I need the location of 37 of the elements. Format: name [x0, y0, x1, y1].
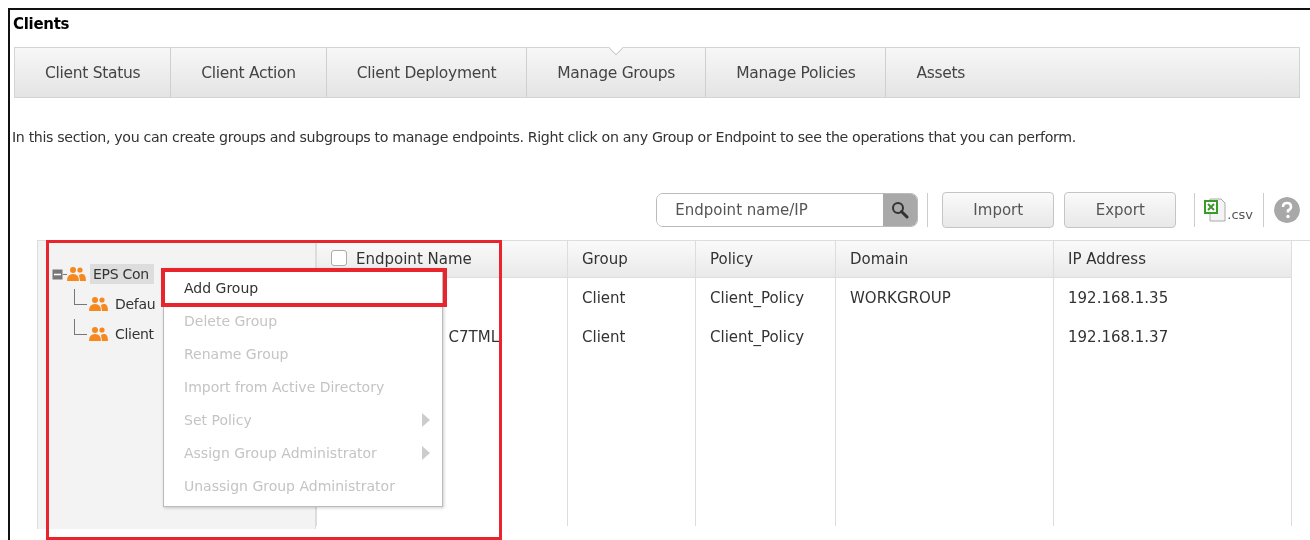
tree-connector-line [74, 319, 87, 335]
checkbox[interactable] [331, 250, 347, 266]
toolbar-button[interactable]: Import [942, 192, 1055, 228]
column-header[interactable]: Domain [835, 241, 1054, 278]
tree-connector-line [74, 289, 87, 305]
table-cell: WORKGROUP [835, 277, 1054, 317]
search-icon [891, 201, 910, 219]
tree-item[interactable]: Client [112, 324, 154, 344]
table-cell: 192.168.1.37 [1053, 317, 1292, 356]
description-text: In this section, you can create groups and subgroups to manage endpoints. Right click on any Group or Endpoint to see the operations that you can perform. [11, 128, 1077, 147]
window-title: Clients [12, 14, 71, 35]
tree-item[interactable]: Defau [112, 294, 156, 314]
spreadsheet-icon [1204, 198, 1227, 222]
tab[interactable]: Manage Groups [526, 48, 706, 97]
collapse-icon[interactable] [52, 268, 63, 280]
search-button[interactable] [883, 194, 918, 226]
tab[interactable]: Client Action [170, 48, 326, 97]
column-header[interactable]: Group [567, 241, 696, 278]
column-header[interactable]: IP Address [1053, 241, 1292, 278]
search-field[interactable]: Endpoint name/IP [656, 193, 919, 227]
toolbar-button[interactable]: Export [1064, 192, 1177, 228]
people-icon [89, 296, 109, 312]
table-cell: Client [567, 317, 696, 356]
tab[interactable]: Client Status [15, 48, 171, 97]
tab[interactable]: Manage Policies [705, 48, 886, 97]
tab[interactable]: Assets [885, 48, 996, 97]
table-cell: Client_Policy [695, 317, 836, 356]
tab[interactable]: Client Deployment [325, 48, 527, 97]
column-header[interactable]: Policy [695, 241, 836, 278]
people-icon [89, 326, 109, 342]
tree-item[interactable]: EPS Con [90, 264, 154, 284]
help-icon[interactable] [1274, 197, 1300, 223]
table-cell: Client [567, 277, 696, 317]
table-cell: 192.168.1.35 [1053, 277, 1292, 317]
people-icon [67, 266, 87, 282]
table-cell: Client_Policy [695, 277, 836, 317]
csv-export-button[interactable]: .csv [1204, 198, 1253, 222]
